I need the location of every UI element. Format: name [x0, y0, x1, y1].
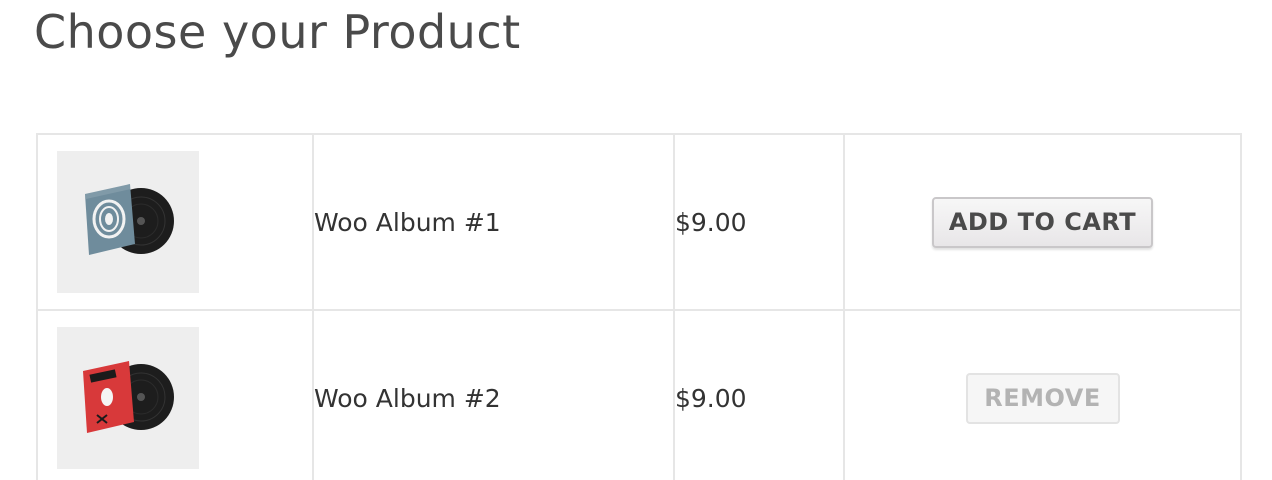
page-title: Choose your Product — [34, 5, 521, 59]
product-name: Woo Album #1 — [312, 133, 675, 311]
product-action-cell: REMOVE — [843, 309, 1242, 480]
product-thumbnail[interactable] — [57, 327, 199, 469]
product-price: $9.00 — [673, 133, 845, 311]
product-image-cell — [36, 133, 314, 311]
vinyl-album-icon — [83, 361, 174, 433]
product-table: Woo Album #1 $9.00 ADD TO CART Woo Album… — [36, 133, 1242, 480]
vinyl-album-icon — [85, 184, 174, 255]
product-name: Woo Album #2 — [312, 309, 675, 480]
remove-button[interactable]: REMOVE — [965, 372, 1120, 424]
product-thumbnail[interactable] — [57, 151, 199, 293]
table-row: Woo Album #2 $9.00 REMOVE — [36, 309, 1242, 480]
product-chooser-page: Choose your Product Woo Album #1 $9.00 A… — [0, 0, 1272, 480]
add-to-cart-button[interactable]: ADD TO CART — [932, 196, 1153, 248]
product-image-cell — [36, 309, 314, 480]
product-action-cell: ADD TO CART — [843, 133, 1242, 311]
product-price: $9.00 — [673, 309, 845, 480]
table-row: Woo Album #1 $9.00 ADD TO CART — [36, 133, 1242, 311]
